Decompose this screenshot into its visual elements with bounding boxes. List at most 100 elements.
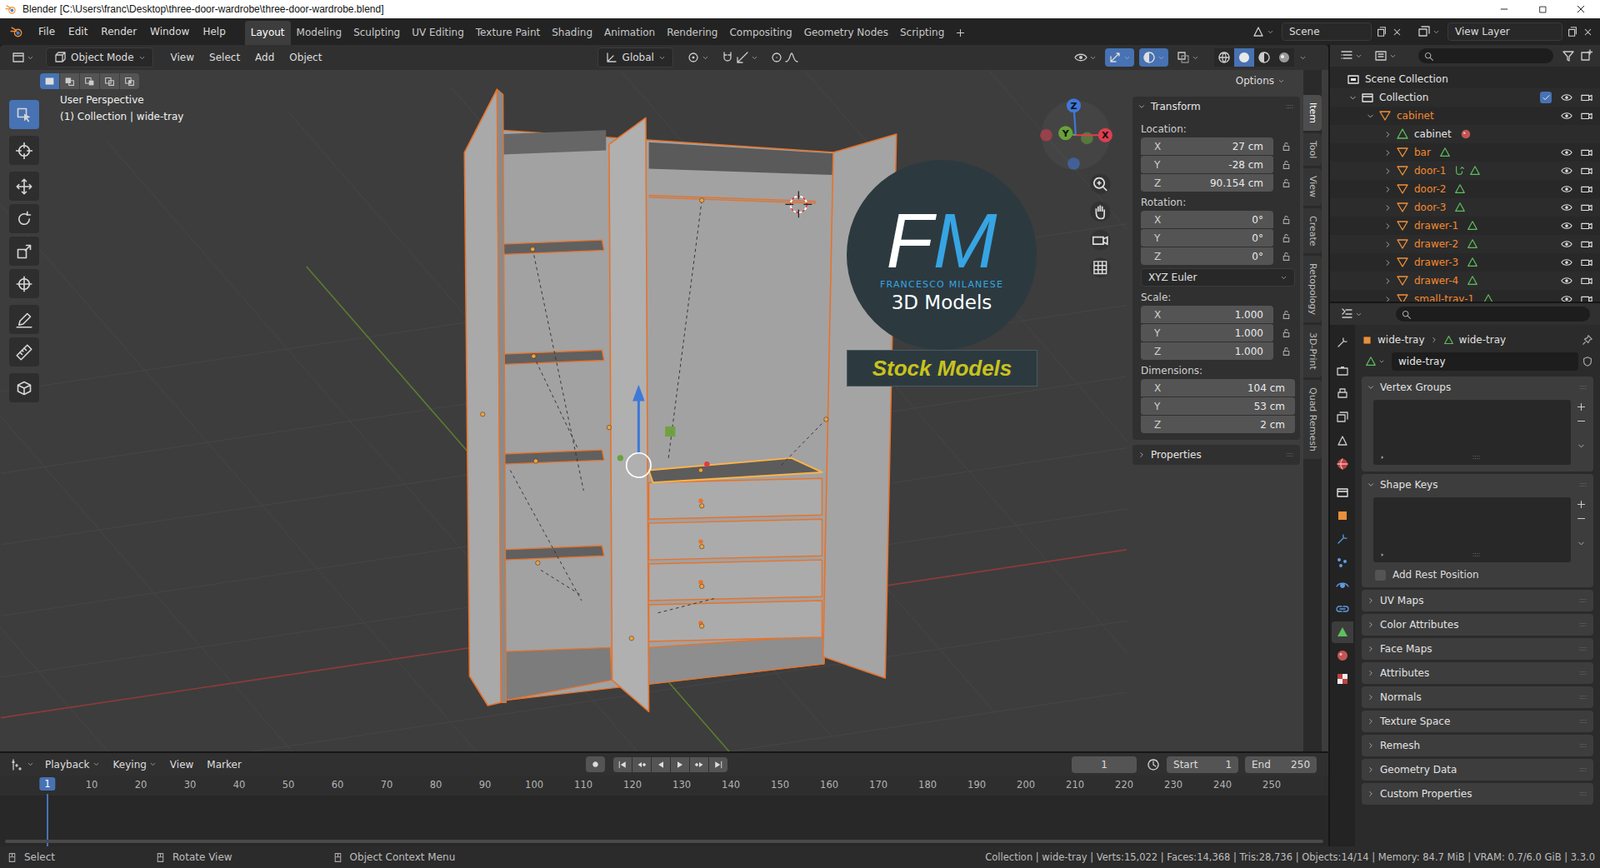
visibility-icon[interactable]: [1560, 293, 1573, 302]
properties-tab[interactable]: [1331, 453, 1354, 475]
play-button[interactable]: [670, 757, 690, 773]
shading-button[interactable]: [1234, 48, 1255, 67]
editor-type-button[interactable]: [8, 756, 38, 774]
workspace-tab[interactable]: Layout: [245, 20, 291, 45]
visibility-icon[interactable]: [1560, 275, 1573, 287]
visibility-icon[interactable]: [1560, 220, 1573, 232]
viewport-menu-item[interactable]: View: [165, 49, 200, 66]
properties-tab[interactable]: [1331, 668, 1354, 690]
collapsed-icon[interactable]: [1383, 148, 1393, 158]
outliner-row[interactable]: door-2: [1330, 180, 1600, 199]
outliner-row[interactable]: small-tray-1: [1330, 290, 1600, 302]
viewport-menu-item[interactable]: Select: [203, 49, 246, 66]
playhead[interactable]: 1: [39, 777, 55, 791]
number-field[interactable]: Z2 cm: [1140, 415, 1295, 434]
editor-type-button[interactable]: [1336, 47, 1366, 65]
collapsed-icon[interactable]: [1383, 221, 1393, 231]
viewport-toggle[interactable]: [1173, 48, 1203, 67]
display-mode-button[interactable]: [1370, 47, 1400, 65]
object-transform-gizmo[interactable]: [617, 385, 676, 478]
number-field[interactable]: Z90.154 cm: [1140, 174, 1274, 192]
properties-tab[interactable]: [1331, 331, 1354, 354]
orientation-dropdown[interactable]: Global: [597, 47, 674, 68]
editor-type-button[interactable]: [8, 49, 38, 66]
lock-toggle[interactable]: [1276, 140, 1295, 152]
remove-view-layer-icon[interactable]: [1582, 26, 1594, 38]
exclude-checkbox[interactable]: [1540, 91, 1552, 104]
zoom-button[interactable]: [1090, 174, 1110, 195]
scene-field[interactable]: Scene: [1281, 22, 1372, 41]
workspace-tab[interactable]: Shading: [545, 20, 599, 45]
transform-panel-header[interactable]: Transform: [1132, 96, 1300, 117]
lock-toggle[interactable]: [1276, 159, 1295, 170]
start-frame-field[interactable]: Start1: [1166, 756, 1239, 774]
sidebar-tab[interactable]: 3D-Print: [1303, 325, 1322, 378]
collapsed-icon[interactable]: [1383, 276, 1393, 286]
list-box[interactable]: [1373, 497, 1571, 563]
workspace-tab[interactable]: Modeling: [290, 20, 349, 45]
play-reverse-button[interactable]: [651, 757, 670, 773]
tool-button[interactable]: [9, 204, 40, 234]
properties-tab[interactable]: [1331, 575, 1354, 597]
outliner-row[interactable]: door-3: [1330, 198, 1600, 217]
pin-icon[interactable]: [1581, 334, 1594, 346]
viewport-canvas[interactable]: ZYXUser Perspective(1) Collection | wide…: [0, 70, 1128, 752]
option-checkbox[interactable]: Add Rest Position: [1361, 569, 1594, 588]
select-mode-button[interactable]: [120, 73, 140, 90]
panel-header[interactable]: Shape Keys: [1361, 474, 1594, 496]
panel-header[interactable]: Geometry Data: [1361, 759, 1594, 781]
pivot-button[interactable]: [683, 49, 713, 66]
jump-start-button[interactable]: [613, 757, 632, 773]
timeline-scrollbar[interactable]: [5, 840, 1324, 844]
sidebar-tab[interactable]: Retopology: [1303, 255, 1322, 323]
mesh-name-field[interactable]: wide-tray: [1391, 352, 1579, 371]
add-icon[interactable]: [1575, 401, 1587, 413]
list-box[interactable]: [1373, 400, 1571, 465]
snap-button[interactable]: [717, 49, 762, 66]
number-field[interactable]: Y-28 cm: [1140, 155, 1274, 174]
select-mode-button[interactable]: [100, 73, 120, 90]
panel-header[interactable]: UV Maps: [1361, 590, 1594, 612]
panel-header[interactable]: Attributes: [1361, 662, 1594, 685]
number-field[interactable]: X104 cm: [1140, 379, 1295, 397]
end-frame-field[interactable]: End250: [1245, 756, 1317, 774]
viewport-menu-item[interactable]: Object: [283, 49, 328, 66]
visibility-icon[interactable]: [1560, 238, 1573, 250]
workspace-tab[interactable]: Animation: [598, 20, 661, 45]
view-layer-field[interactable]: View Layer: [1447, 22, 1563, 41]
outliner-row[interactable]: bar: [1330, 143, 1600, 162]
tool-button[interactable]: [9, 135, 40, 165]
gizmo-axis[interactable]: X: [1040, 128, 1113, 143]
number-field[interactable]: Y0°: [1140, 229, 1274, 247]
timeline-menu[interactable]: View: [164, 757, 200, 773]
panel-header[interactable]: Color Attributes: [1361, 614, 1594, 636]
menu-item[interactable]: Help: [196, 23, 231, 40]
rotation-mode-dropdown[interactable]: XYZ Euler: [1140, 268, 1295, 287]
visibility-icon[interactable]: [1560, 146, 1573, 159]
camera-view-button[interactable]: [1090, 230, 1110, 250]
expanded-icon[interactable]: [1365, 111, 1375, 121]
visibility-icon[interactable]: [1560, 183, 1573, 195]
outliner-row[interactable]: cabinet: [1330, 125, 1600, 144]
workspace-tab[interactable]: Sculpting: [347, 20, 406, 45]
maximize-button[interactable]: [1523, 0, 1562, 19]
collapsed-icon[interactable]: [1383, 295, 1393, 303]
render-visibility-icon[interactable]: [1580, 220, 1593, 232]
tool-button[interactable]: [9, 236, 40, 266]
workspace-tab[interactable]: Rendering: [660, 20, 724, 45]
workspace-tab[interactable]: Scripting: [894, 20, 950, 45]
current-frame-field[interactable]: 1: [1071, 756, 1137, 774]
shading-button[interactable]: [1214, 48, 1235, 67]
frame-ruler[interactable]: 1020304050607080901001101201301401501601…: [0, 775, 1329, 796]
collapsed-icon[interactable]: [1383, 185, 1393, 195]
tool-button[interactable]: [9, 373, 40, 403]
number-field[interactable]: Y53 cm: [1140, 397, 1295, 415]
view-layer-browse-button[interactable]: [1414, 23, 1444, 40]
render-visibility-icon[interactable]: [1580, 110, 1593, 122]
collapsed-icon[interactable]: [1383, 240, 1393, 250]
visibility-icon[interactable]: [1560, 110, 1573, 122]
timeline-menu[interactable]: Marker: [200, 757, 247, 773]
properties-tab[interactable]: [1331, 481, 1354, 504]
render-visibility-icon[interactable]: [1580, 165, 1593, 177]
outliner-row[interactable]: drawer-1: [1330, 216, 1600, 235]
